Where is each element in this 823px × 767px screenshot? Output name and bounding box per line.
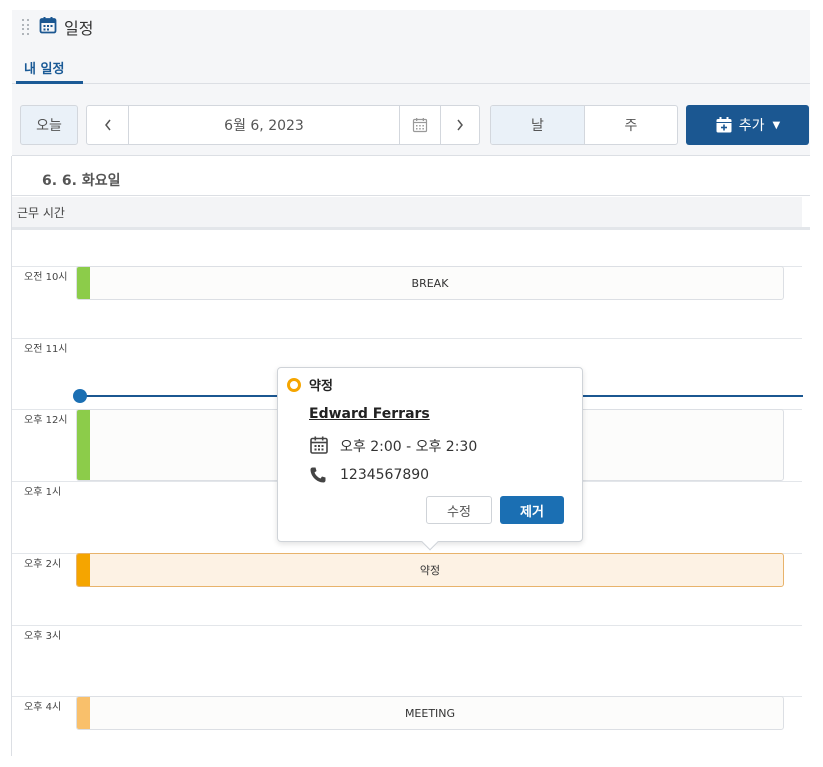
date-picker-button[interactable] xyxy=(399,106,441,144)
remove-button[interactable]: 제거 xyxy=(500,496,564,524)
event-color-bar xyxy=(77,410,90,480)
event-color-bar xyxy=(77,267,90,299)
event-break[interactable]: BREAK xyxy=(76,266,784,300)
add-button[interactable]: 추가 ▼ xyxy=(686,105,809,145)
event-color-bar xyxy=(77,554,90,586)
event-time: 오후 2:00 - 오후 2:30 xyxy=(340,439,478,455)
calendar-icon xyxy=(310,436,328,454)
today-button[interactable]: 오늘 xyxy=(20,105,78,145)
status-dot-icon xyxy=(287,378,301,392)
chevron-left-icon xyxy=(104,119,111,131)
panel-header: 일정 내 일정 xyxy=(12,10,810,84)
date-field[interactable]: 6월 6, 2023 xyxy=(129,106,399,144)
current-time-dot xyxy=(73,389,87,403)
hour-label: 오후 1시 xyxy=(24,487,62,498)
divider xyxy=(12,195,810,196)
event-popover: 약정 Edward Ferrars 오후 2:00 - 오후 2:30 1234… xyxy=(277,367,583,551)
hour-label: 오전 10시 xyxy=(24,272,68,283)
date-navigator: 6월 6, 2023 xyxy=(86,105,480,145)
phone-icon xyxy=(310,467,326,483)
contact-name-link[interactable]: Edward Ferrars xyxy=(309,406,430,422)
hour-label: 오후 3시 xyxy=(24,631,62,642)
tab-my-schedule[interactable]: 내 일정 xyxy=(24,58,64,77)
hour-label: 오후 12시 xyxy=(24,415,68,426)
calendar-add-icon xyxy=(716,117,732,133)
toolbar: 오늘 6월 6, 2023 날 주 추가 ▼ xyxy=(12,84,810,156)
calendar-icon xyxy=(39,17,57,34)
hour-line xyxy=(12,625,802,626)
hour-label: 오전 11시 xyxy=(24,344,68,355)
add-button-label: 추가 xyxy=(738,118,765,134)
chevron-right-icon xyxy=(457,119,463,131)
worktime-label: 근무 시간 xyxy=(17,206,65,220)
hour-line xyxy=(12,338,802,339)
edit-button[interactable]: 수정 xyxy=(426,496,492,524)
view-switcher: 날 주 xyxy=(490,105,678,145)
view-day-button[interactable]: 날 xyxy=(491,106,585,144)
phone-number[interactable]: 1234567890 xyxy=(340,467,429,483)
hour-label: 오후 2시 xyxy=(24,559,62,570)
event-meeting[interactable]: MEETING xyxy=(76,696,784,730)
day-title: 6. 6. 화요일 xyxy=(42,173,121,189)
grid-left-border xyxy=(11,156,12,756)
event-label: MEETING xyxy=(404,706,456,720)
panel-title: 일정 xyxy=(64,19,94,38)
popover-arrow xyxy=(421,533,439,551)
popover-title: 약정 xyxy=(309,379,333,394)
divider xyxy=(12,227,810,230)
event-color-bar xyxy=(77,697,90,729)
next-day-button[interactable] xyxy=(441,106,479,144)
calendar-icon xyxy=(412,118,428,133)
hour-label: 오후 4시 xyxy=(24,702,62,713)
event-label: 약정 xyxy=(419,564,441,577)
prev-day-button[interactable] xyxy=(87,106,129,144)
caret-down-icon: ▼ xyxy=(772,119,781,131)
event-appointment[interactable]: 약정 xyxy=(76,553,784,587)
worktime-row: 근무 시간 xyxy=(12,197,802,227)
event-label: BREAK xyxy=(411,276,449,290)
view-week-button[interactable]: 주 xyxy=(585,106,677,144)
drag-handle-icon[interactable] xyxy=(22,19,30,35)
